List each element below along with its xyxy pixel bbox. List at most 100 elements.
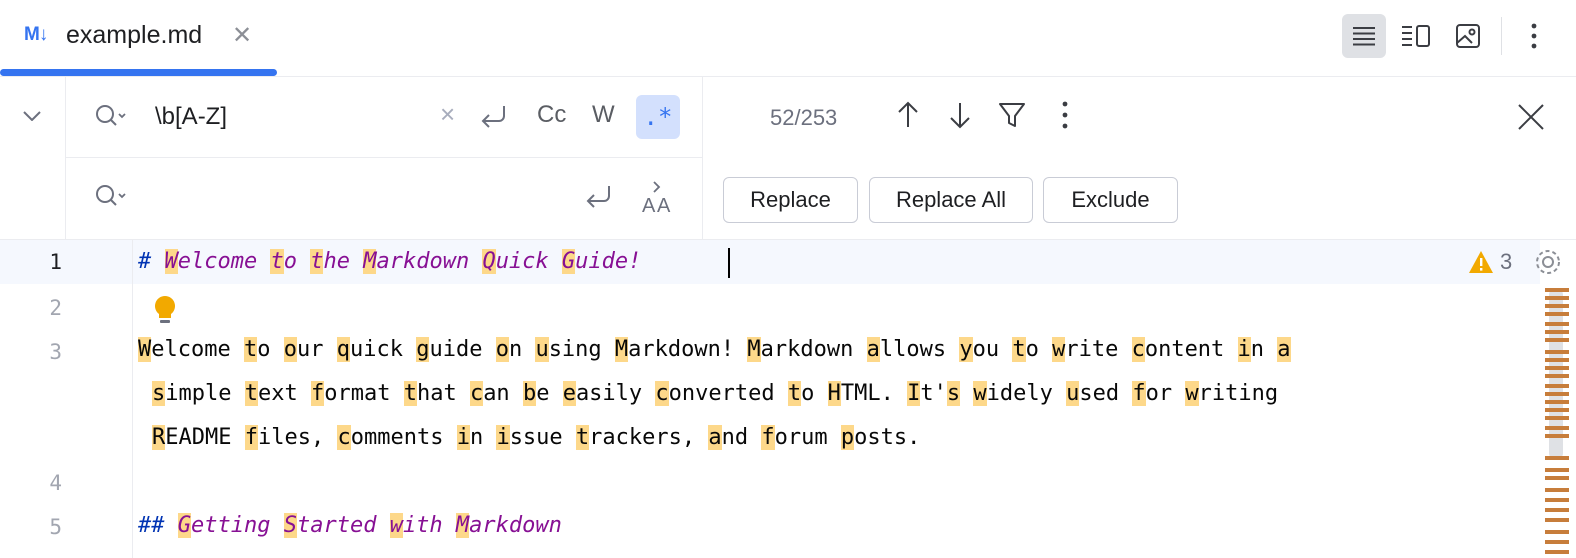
whole-words-button[interactable]: W	[592, 101, 615, 129]
search-match: I	[907, 381, 921, 406]
text-caret	[728, 248, 730, 278]
search-match: M	[455, 513, 470, 538]
close-icon	[1518, 104, 1544, 130]
match-marker	[1545, 374, 1569, 378]
match-marker	[1545, 392, 1569, 396]
code-line: ## Getting Started with Markdown	[138, 513, 562, 538]
match-marker	[1545, 540, 1569, 544]
more-find-options-button[interactable]	[1050, 99, 1080, 136]
search-match: a	[708, 425, 722, 450]
match-marker	[1545, 304, 1569, 308]
toggle-replace-button[interactable]	[14, 98, 50, 134]
arrow-up-icon	[898, 101, 918, 127]
search-match: w	[389, 513, 403, 538]
search-match: c	[1131, 337, 1145, 362]
search-match: t	[270, 249, 284, 274]
match-marker	[1545, 468, 1569, 472]
search-match: t	[403, 381, 417, 406]
search-match: s	[152, 381, 166, 406]
search-match: b	[522, 381, 537, 406]
new-line-icon[interactable]	[478, 102, 512, 137]
search-input[interactable]	[155, 99, 435, 135]
search-match: y	[959, 337, 973, 362]
match-marker	[1545, 488, 1569, 492]
editor-and-preview-icon	[1402, 25, 1430, 47]
toolbar-divider	[1501, 17, 1502, 55]
search-match: G	[177, 513, 191, 538]
search-match: a	[866, 337, 880, 362]
code-line: Welcome to our quick guide on using Mark…	[138, 337, 1291, 362]
warning-count: 3	[1500, 249, 1513, 274]
search-match: t	[243, 337, 258, 362]
editor-only-view-button[interactable]	[1342, 14, 1386, 58]
search-match: i	[496, 425, 510, 450]
more-actions-button[interactable]	[1512, 14, 1556, 58]
match-marker	[1545, 330, 1569, 334]
match-marker	[1545, 338, 1569, 342]
match-marker	[1545, 350, 1569, 354]
lightbulb-icon[interactable]	[152, 294, 178, 331]
active-tab-indicator	[0, 69, 277, 76]
replace-history-icon[interactable]	[94, 183, 128, 214]
match-count: 52/253	[770, 105, 838, 130]
search-match: p	[840, 425, 855, 450]
regex-button[interactable]: .*	[636, 95, 680, 139]
editor-only-icon	[1353, 27, 1375, 46]
filter-search-results-button[interactable]	[997, 99, 1027, 136]
search-match: u	[1066, 381, 1080, 406]
match-marker	[1545, 296, 1569, 300]
search-match: c	[337, 425, 351, 450]
match-marker	[1545, 312, 1569, 316]
search-match: M	[363, 249, 377, 274]
match-marker	[1545, 434, 1569, 438]
replace-button[interactable]: Replace	[723, 177, 858, 223]
next-occurrence-button[interactable]	[945, 99, 975, 136]
code-line: # Welcome to the Markdown Quick Guide!	[138, 249, 642, 274]
replace-all-button[interactable]: Replace All	[869, 177, 1033, 223]
search-match: f	[761, 425, 775, 450]
gear-icon[interactable]	[1533, 247, 1563, 282]
preview-only-view-button[interactable]	[1446, 14, 1490, 58]
code-editor[interactable]: 1 2 3 4 5 # Welcome to the Markdown Quic…	[0, 240, 1576, 558]
match-marker	[1545, 400, 1569, 404]
code-line: README files, comments in issue trackers…	[152, 425, 921, 450]
match-marker	[1545, 322, 1569, 326]
svg-text:A: A	[657, 195, 671, 214]
line-number: 1	[49, 250, 62, 274]
search-match: t	[1012, 337, 1026, 362]
new-line-icon[interactable]	[583, 182, 617, 217]
search-match: t	[310, 249, 324, 274]
preserve-case-icon[interactable]: AA	[641, 180, 677, 219]
previous-occurrence-button[interactable]	[893, 99, 923, 136]
close-icon[interactable]: ✕	[232, 21, 252, 50]
panel-divider	[702, 77, 703, 239]
match-marker	[1545, 408, 1569, 412]
search-match: g	[416, 337, 430, 362]
editor-tab-bar: M↓ example.md ✕	[0, 0, 1576, 77]
match-marker	[1545, 358, 1569, 362]
search-history-icon[interactable]	[94, 103, 128, 134]
search-match: t	[575, 425, 590, 450]
inspection-warnings-badge[interactable]: 3	[1468, 244, 1530, 280]
search-match: u	[535, 337, 549, 362]
line-number: 4	[49, 471, 62, 495]
match-marker	[1545, 508, 1569, 512]
search-match: W	[138, 337, 152, 362]
gutter-divider	[132, 240, 133, 558]
match-marker	[1545, 456, 1569, 460]
editor-and-preview-view-button[interactable]	[1394, 14, 1438, 58]
clear-search-icon[interactable]: ×	[440, 99, 455, 130]
more-vertical-icon	[1062, 101, 1068, 129]
code-line: simple text format that can be easily co…	[152, 381, 1279, 406]
tab-example-md[interactable]: M↓ example.md ✕	[0, 0, 277, 76]
match-case-button[interactable]: Cc	[537, 101, 566, 129]
replace-input[interactable]	[155, 179, 555, 215]
search-match: G	[561, 249, 576, 274]
find-replace-panel: × Cc W .* AA 52/253 Replace Replace All …	[0, 77, 1576, 240]
close-find-panel-button[interactable]	[1513, 99, 1549, 140]
search-match: f	[244, 425, 258, 450]
match-marker	[1545, 288, 1569, 292]
exclude-button[interactable]: Exclude	[1043, 177, 1178, 223]
more-vertical-icon	[1531, 23, 1537, 49]
search-match: M	[747, 337, 761, 362]
